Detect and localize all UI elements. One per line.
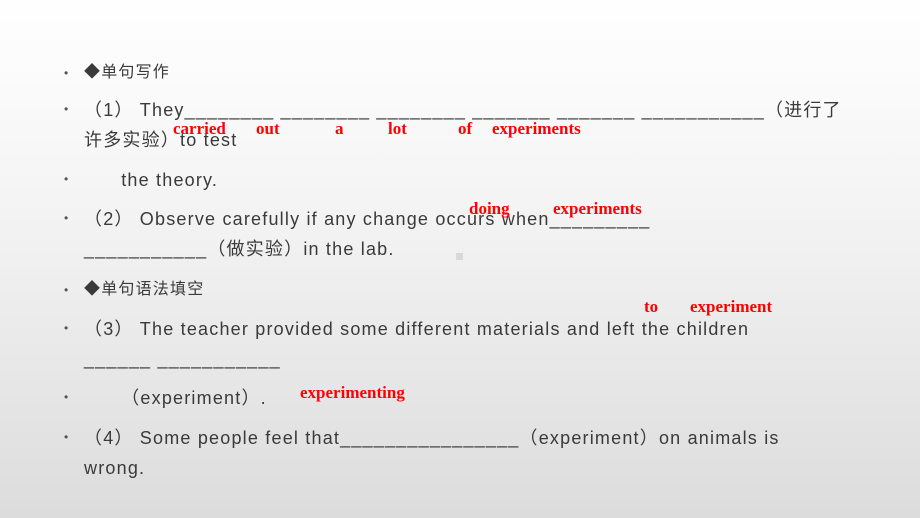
bullet: •	[64, 283, 69, 297]
answer-q3-word: experiment	[690, 297, 773, 316]
section-heading-writing: ◆单句写作	[84, 64, 171, 81]
answer-q1-word: out	[256, 119, 280, 138]
answer-q2-word: experiments	[553, 199, 642, 218]
answer-q3b: experimenting	[300, 383, 405, 402]
placeholder-marker	[456, 253, 463, 260]
bullet: •	[64, 321, 69, 335]
question-3-line-3: （experiment）.	[84, 388, 267, 408]
section-heading-grammar: ◆单句语法填空	[84, 281, 205, 298]
question-3-line-2: ______ ___________	[84, 349, 281, 369]
bullet: •	[64, 211, 69, 225]
question-3-line-1: （3） The teacher provided some different …	[84, 319, 750, 339]
question-4-line-1: （4） Some people feel that_______________…	[84, 428, 780, 448]
answer-q1-word: of	[458, 119, 473, 138]
answer-q1-word: experiments	[492, 119, 581, 138]
bullet: •	[64, 390, 69, 404]
bullet: •	[64, 102, 69, 116]
bullet: •	[64, 66, 69, 80]
question-1-line-1: （1） They________ ________ ________ _____…	[84, 100, 842, 120]
bullet: •	[64, 172, 69, 186]
answer-q1-word: carried	[173, 119, 226, 138]
question-2-line-2: ___________（做实验）in the lab.	[84, 239, 395, 259]
question-1-line-3: the theory.	[84, 170, 219, 190]
question-4-line-2: wrong.	[84, 458, 146, 478]
bullet: •	[64, 430, 69, 444]
answer-q1-word: lot	[388, 119, 407, 138]
answer-q3-word: to	[644, 297, 659, 316]
answer-q2-word: doing	[469, 199, 510, 218]
answer-q1-word: a	[335, 119, 344, 138]
